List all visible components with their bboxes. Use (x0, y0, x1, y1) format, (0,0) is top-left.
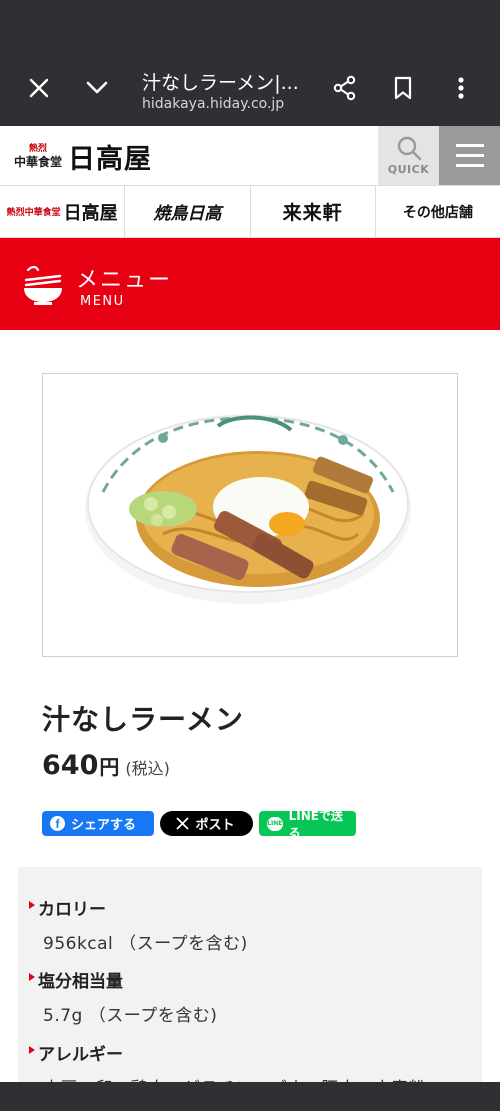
browser-toolbar: 汁なしラーメン|... hidakaya.hiday.co.jp (0, 50, 500, 126)
line-send-button[interactable]: LINE LINEで送る (259, 809, 356, 840)
logo-wordmark: 日高屋 (68, 143, 153, 175)
brand-tab-other-stores[interactable]: その他店舗 (376, 186, 500, 237)
quick-label: QUICK (387, 163, 430, 176)
brand-yakitori-label: 焼鳥日高 (153, 204, 222, 224)
page-url: hidakaya.hiday.co.jp (142, 96, 285, 112)
navigation-bar (0, 1082, 500, 1111)
product-price: 640 円 (税込) (42, 750, 170, 781)
brand-tab-hidakaya[interactable]: 熱烈中華食堂 日高屋 (0, 186, 126, 237)
bookmark-icon[interactable] (385, 70, 421, 106)
salt-label: 塩分相当量 (29, 967, 123, 992)
status-bar (0, 0, 500, 50)
logo-tagline-bottom: 中華食堂 (14, 154, 63, 169)
price-tax-note: (税込) (125, 759, 170, 778)
logo-tagline-top: 熱烈 (29, 143, 48, 154)
menu-banner: メニュー MENU (0, 238, 500, 330)
price-value: 640 (42, 750, 99, 781)
brand-hidakaya-label: 日高屋 (63, 202, 118, 224)
logo-tagline: 熱烈 中華食堂 (14, 143, 63, 169)
search-icon (397, 136, 421, 161)
hidakaya-logo[interactable]: 熱烈 中華食堂 日高屋 (14, 136, 152, 176)
share-buttons: f シェアする ポスト LINE LINEで送る (42, 809, 356, 840)
brand-other-label: その他店舗 (402, 204, 473, 221)
calorie-label: カロリー (29, 895, 106, 920)
salt-value: 5.7g （スープを含む) (43, 1006, 218, 1026)
facebook-icon: f (50, 816, 65, 831)
brand-tab-yakitori-hidaka[interactable]: 焼鳥日高 (125, 186, 251, 237)
product-photo (42, 373, 458, 657)
hamburger-icon[interactable] (439, 126, 500, 185)
x-post-button[interactable]: ポスト (160, 811, 253, 836)
line-icon: LINE (267, 816, 283, 831)
chevron-down-icon[interactable] (79, 70, 115, 106)
x-logo-icon (176, 817, 190, 830)
nutrition-info-panel: カロリー 956kcal （スープを含む) 塩分相当量 5.7g （スープを含む… (18, 867, 482, 1111)
facebook-share-button[interactable]: f シェアする (42, 811, 154, 836)
page-title: 汁なしラーメン|... (142, 72, 299, 94)
price-currency: 円 (99, 755, 120, 779)
x-post-label: ポスト (195, 818, 235, 833)
banner-subtitle: MENU (80, 294, 125, 309)
banner-title: メニュー (76, 268, 173, 293)
facebook-share-label: シェアする (71, 818, 137, 833)
calorie-value: 956kcal （スープを含む) (43, 934, 248, 954)
brand-hidakaya-tagline: 熱烈中華食堂 (6, 208, 61, 218)
quick-search-button[interactable]: QUICK (378, 126, 439, 185)
more-vert-icon[interactable] (443, 70, 479, 106)
line-send-label: LINEで送る (288, 808, 343, 840)
ramen-bowl-icon (24, 266, 62, 305)
product-name: 汁なしラーメン (42, 703, 244, 736)
brand-tab-rairaiken[interactable]: 来来軒 (251, 186, 376, 237)
allergy-label: アレルギー (29, 1040, 123, 1065)
share-icon[interactable] (327, 70, 363, 106)
brand-nav: 熱烈中華食堂 日高屋 焼鳥日高 来来軒 その他店舗 (0, 186, 500, 238)
brand-rairaiken-label: 来来軒 (282, 202, 343, 224)
close-icon[interactable] (21, 70, 57, 106)
site-header: 熱烈 中華食堂 日高屋 QUICK (0, 126, 500, 186)
